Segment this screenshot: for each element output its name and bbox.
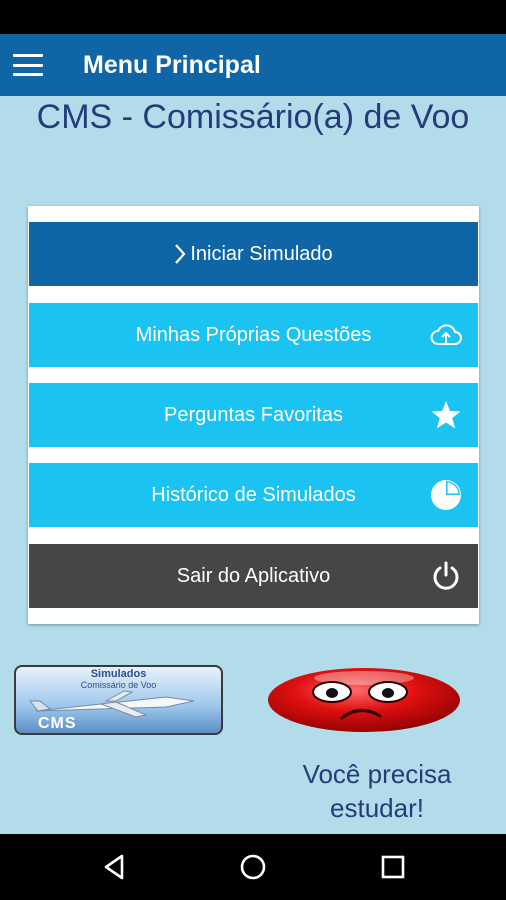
simulation-history-label: Histórico de Simulados bbox=[151, 483, 356, 506]
status-bar bbox=[0, 0, 506, 34]
app-heading: CMS - Comissário(a) de Voo bbox=[36, 98, 470, 136]
star-icon bbox=[430, 399, 462, 431]
exit-app-label: Sair do Aplicativo bbox=[176, 564, 331, 587]
chevron-right-icon bbox=[174, 243, 186, 265]
logo-brand: CMS bbox=[38, 715, 77, 732]
pie-chart-icon bbox=[430, 479, 462, 511]
favorite-questions-label: Perguntas Favoritas bbox=[164, 403, 343, 426]
power-icon bbox=[430, 560, 462, 592]
system-navigation-bar bbox=[0, 834, 506, 900]
recents-square-icon[interactable] bbox=[378, 852, 408, 882]
own-questions-label: Minhas Próprias Questões bbox=[135, 323, 372, 346]
simulation-history-button[interactable]: Histórico de Simulados bbox=[29, 463, 478, 527]
start-simulation-button[interactable]: Iniciar Simulado bbox=[29, 222, 478, 286]
start-simulation-label: Iniciar Simulado bbox=[190, 242, 333, 265]
favorite-questions-button[interactable]: Perguntas Favoritas bbox=[29, 383, 478, 447]
app-bar: Menu Principal bbox=[0, 34, 506, 96]
back-triangle-icon[interactable] bbox=[100, 852, 130, 882]
home-circle-icon[interactable] bbox=[238, 852, 268, 882]
sad-face-icon bbox=[264, 664, 464, 734]
main-menu-card: Iniciar Simulado Minhas Próprias Questõe… bbox=[28, 206, 479, 624]
cms-logo: Simulados Comissário de Voo CMS bbox=[14, 665, 223, 735]
study-message: Você precisa estudar! bbox=[302, 759, 452, 823]
app-bar-title: Menu Principal bbox=[83, 50, 261, 79]
hamburger-menu-icon[interactable] bbox=[13, 54, 43, 76]
own-questions-button[interactable]: Minhas Próprias Questões bbox=[29, 303, 478, 367]
cloud-upload-icon bbox=[430, 319, 462, 351]
exit-app-button[interactable]: Sair do Aplicativo bbox=[29, 544, 478, 608]
